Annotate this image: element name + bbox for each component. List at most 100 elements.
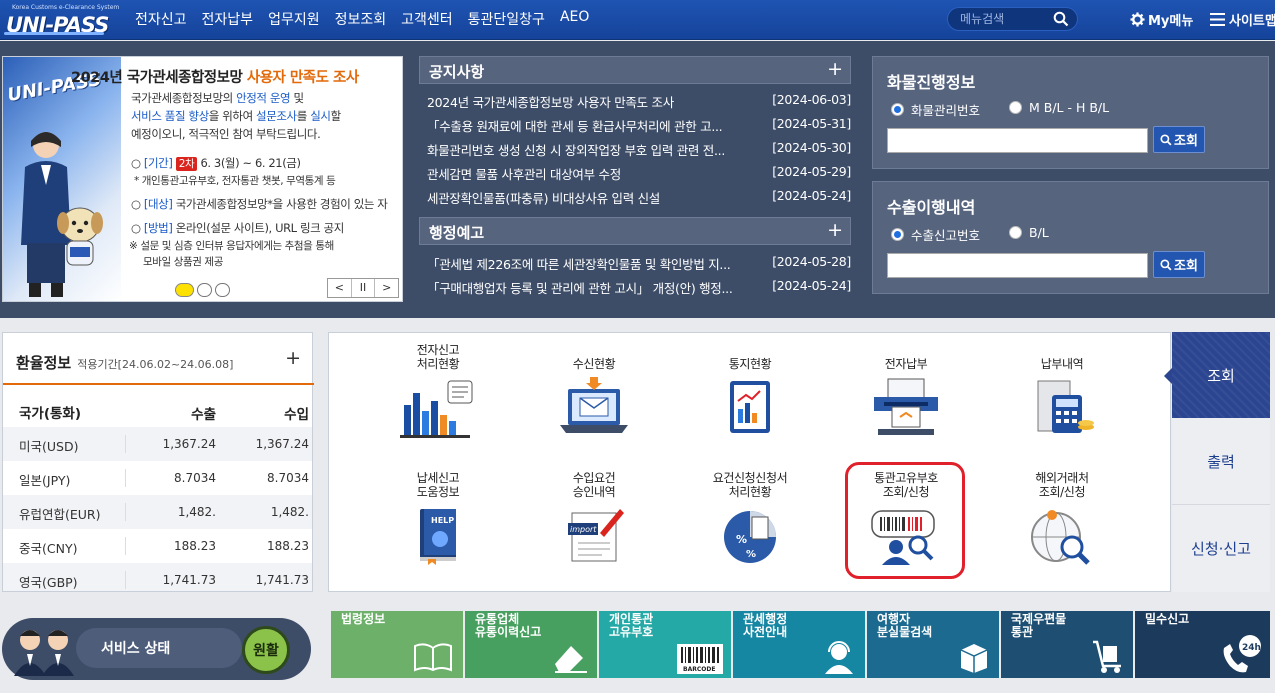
cargo-radio-mgmt-no[interactable]: 화물관리번호: [891, 100, 980, 119]
banner-pause-button[interactable]: II: [352, 279, 376, 297]
service-e-payment[interactable]: 전자납부: [851, 341, 961, 441]
notice-header: 공지사항 +: [419, 56, 851, 84]
notice-item[interactable]: 2024년 국가관세종합정보망 사용자 만족도 조사 [2024-06-03]: [427, 92, 851, 114]
tab-inquiry[interactable]: 조회: [1164, 332, 1270, 418]
banner-desc-emphasis: 서비스 품질 향상: [131, 109, 209, 123]
my-menu-button[interactable]: My메뉴: [1130, 10, 1193, 29]
service-requirement-application[interactable]: 요건신청신청서 처리현황 % %: [695, 469, 805, 569]
banner-dog-mascot: [57, 207, 103, 266]
notice-item[interactable]: 세관장확인물품(파충류) 비대상사유 입력 신설 [2024-05-24]: [427, 188, 851, 210]
preannounce-item-title[interactable]: 「관세법 제226조에 따른 세관장확인물품 및 확인방법 지...: [427, 254, 767, 273]
menu-search-input[interactable]: [960, 11, 1050, 27]
nav-info-inquiry[interactable]: 정보조회: [335, 9, 387, 29]
preannounce-title: 행정예고: [429, 224, 485, 242]
period-text: 6. 3(월) ~ 6. 21(금): [197, 156, 301, 170]
bar-chart-icon: [400, 380, 473, 438]
preannounce-item-date: [2024-05-24]: [772, 278, 851, 293]
notice-item-date: [2024-06-03]: [772, 92, 851, 107]
service-payment-history[interactable]: 납부내역: [1007, 341, 1117, 441]
preannounce-item[interactable]: 「구매대행업자 등록 및 관리에 관한 고시」 개정(안) 행정... [2024…: [427, 278, 851, 300]
fx-period: 적용기간[24.06.02~24.06.08]: [77, 358, 234, 371]
service-receive-status[interactable]: 수신현황: [539, 341, 649, 441]
service-label: 납세신고 도움정보: [416, 471, 460, 499]
banner-desc-line3: 예정이오니, 적극적인 참여 부탁드립니다.: [131, 127, 321, 141]
percent-mark: %: [736, 533, 747, 546]
target-tag: [대상]: [143, 197, 173, 211]
nav-business-support[interactable]: 업무지원: [268, 9, 320, 29]
target-text: 국가관세종합정보망*을 사용한 경험이 있는 자: [172, 197, 388, 211]
service-overseas-partner[interactable]: 해외거래처 조회/신청: [1007, 469, 1117, 569]
notice-item[interactable]: 「수출용 원재료에 대한 관세 등 환급사무처리에 관한 고... [2024-0…: [427, 116, 851, 138]
tab-apply[interactable]: 신청·신고: [1172, 505, 1270, 592]
notice-item-title[interactable]: 세관장확인물품(파충류) 비대상사유 입력 신설: [427, 188, 767, 207]
service-label: 납부내역: [1040, 357, 1084, 371]
unipass-logo[interactable]: Korea Customs e-Clearance System UNI-PAS…: [4, 4, 119, 38]
preannounce-more-button[interactable]: +: [827, 219, 843, 241]
quicklink-law-info[interactable]: 법령정보: [331, 611, 463, 678]
tab-print[interactable]: 출력: [1172, 418, 1270, 505]
notice-more-button[interactable]: +: [827, 58, 843, 80]
cargo-number-input[interactable]: [887, 128, 1148, 153]
notice-item-date: [2024-05-30]: [772, 140, 851, 155]
banner-next-button[interactable]: >: [375, 279, 398, 297]
nav-single-window[interactable]: 통관단일창구: [468, 9, 545, 29]
banner-note-2: 모바일 상품권 제공: [143, 256, 223, 268]
sitemap-button[interactable]: 사이트맵: [1210, 10, 1275, 29]
menu-search: [947, 7, 1078, 31]
banner-dot-1[interactable]: [175, 283, 194, 297]
service-tax-help[interactable]: 납세신고 도움정보 HELP: [383, 469, 493, 569]
export-radio-bl[interactable]: B/L: [1009, 225, 1049, 240]
hamburger-icon: [1210, 13, 1225, 26]
banner-prev-button[interactable]: <: [328, 279, 352, 297]
fx-more-button[interactable]: +: [285, 347, 301, 369]
fx-import-rate: 188.23: [267, 539, 309, 553]
banner-dot-2[interactable]: [197, 283, 212, 297]
notice-item-title[interactable]: 「수출용 원재료에 대한 관세 등 환급사무처리에 관한 고...: [427, 116, 767, 135]
service-status-widget: 서비스 상태 원활: [2, 618, 311, 680]
percent-document-icon: % %: [724, 511, 776, 563]
quicklink-lost-baggage[interactable]: 여행자 분실물검색: [867, 611, 999, 678]
notice-item-title[interactable]: 2024년 국가관세종합정보망 사용자 만족도 조사: [427, 92, 767, 111]
quicklink-label: 유통업체 유통이력신고: [475, 612, 542, 639]
quicklink-personal-customs-code[interactable]: 개인통관 고유부호 BARCODE: [599, 611, 731, 678]
notice-title: 공지사항: [429, 63, 485, 81]
cargo-radio-label: M B/L - H B/L: [1029, 100, 1110, 115]
export-number-input[interactable]: [887, 253, 1148, 278]
notice-item-title[interactable]: 관세감면 물품 사후관리 대상여부 수정: [427, 164, 767, 183]
fx-row: 유럽연합(EUR) 1,482. 1,482.: [3, 495, 312, 529]
nav-e-payment[interactable]: 전자납부: [202, 9, 254, 29]
radio-unchecked-icon: [1009, 226, 1022, 239]
export-search-button[interactable]: 조회: [1153, 251, 1205, 278]
fx-import-rate: 8.7034: [267, 471, 309, 485]
service-notification-status[interactable]: 통지현황: [695, 341, 805, 441]
banner-dot-3[interactable]: [215, 283, 230, 297]
nav-aeo[interactable]: AEO: [560, 9, 589, 29]
cargo-search-label: 조회: [1174, 134, 1198, 149]
preannounce-item[interactable]: 「관세법 제226조에 따른 세관장확인물품 및 확인방법 지... [2024-…: [427, 254, 851, 276]
period-tag: [기간]: [143, 156, 173, 170]
banner-pagination: [175, 283, 230, 297]
quicklink-customs-guidance[interactable]: 관세행정 사전안내: [733, 611, 865, 678]
nav-e-declaration[interactable]: 전자신고: [135, 9, 187, 29]
survey-banner[interactable]: UNI-PASS 2024년 국가관세종합정보망 사용자 만족도 조사 국가관세…: [2, 56, 403, 302]
quicklink-international-mail[interactable]: 국제우편물 통관: [1001, 611, 1133, 678]
fx-country: 유럽연합(EUR): [19, 507, 101, 522]
preannounce-item-title[interactable]: 「구매대행업자 등록 및 관리에 관한 고시」 개정(안) 행정...: [427, 278, 767, 297]
quicklink-distribution-report[interactable]: 유통업체 유통이력신고: [465, 611, 597, 678]
notice-item[interactable]: 화물관리번호 생성 신청 시 장외작업장 부호 입력 관련 전... [2024-…: [427, 140, 851, 162]
service-e-declaration-status[interactable]: 전자신고 처리현황: [383, 341, 493, 441]
search-icon[interactable]: [1053, 11, 1069, 31]
export-radio-declaration-no[interactable]: 수출신고번호: [891, 225, 980, 244]
cargo-radio-bl[interactable]: M B/L - H B/L: [1009, 100, 1109, 115]
method-tag: [방법]: [143, 221, 173, 235]
headset-agent-icon: [825, 641, 853, 674]
quicklink-smuggling-report[interactable]: 밀수신고 24h: [1135, 611, 1270, 678]
fx-separator: [125, 435, 126, 453]
notice-item[interactable]: 관세감면 물품 사후관리 대상여부 수정 [2024-05-29]: [427, 164, 851, 186]
nav-customer-center[interactable]: 고객센터: [401, 9, 453, 29]
cargo-search-button[interactable]: 조회: [1153, 126, 1205, 153]
quicklink-label: 법령정보: [341, 612, 386, 626]
notice-item-title[interactable]: 화물관리번호 생성 신청 시 장외작업장 부호 입력 관련 전...: [427, 140, 767, 159]
phone-24h-icon: 24h: [1223, 635, 1261, 673]
service-import-requirement[interactable]: 수입요건 승인내역 import: [539, 469, 649, 569]
